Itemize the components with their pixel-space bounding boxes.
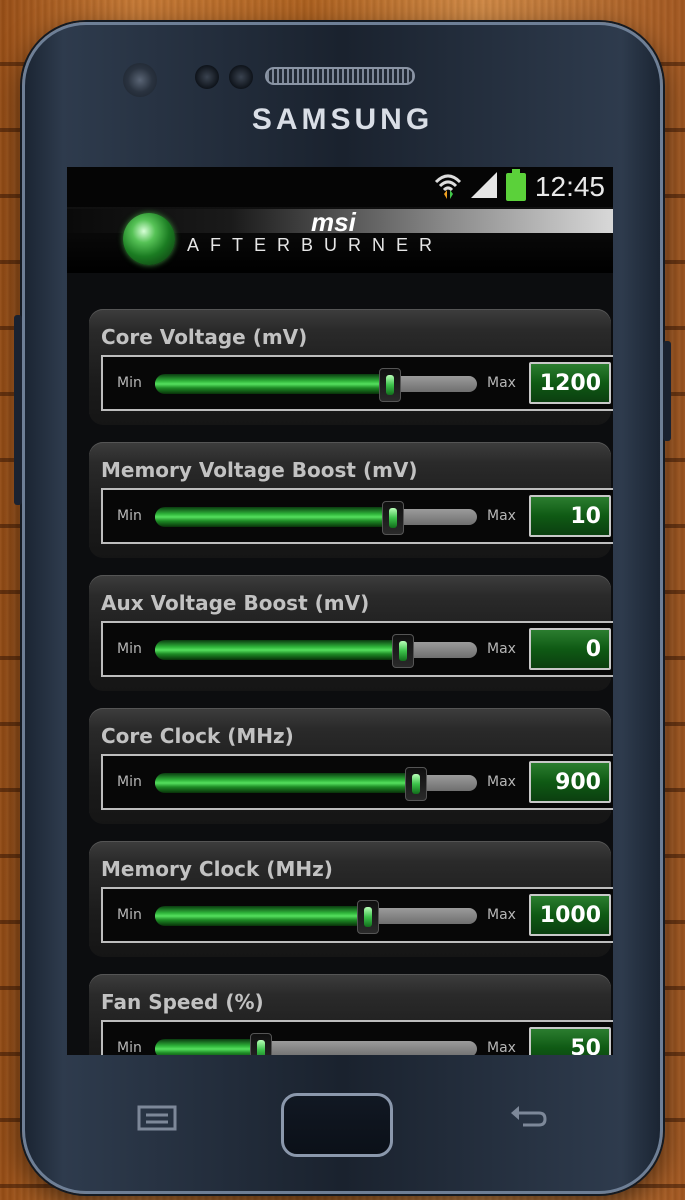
- app-header: msi AFTERBURNER: [67, 207, 613, 273]
- slider-label: Memory Voltage Boost (mV): [101, 458, 418, 482]
- msi-logo-text: msi: [311, 207, 356, 237]
- phone-frame: SAMSUNG 12:45 msi AFTERBURNER Core Volta…: [14, 22, 671, 1194]
- slider-fill: [155, 906, 368, 926]
- slider-row: Min Max 900: [101, 754, 613, 810]
- slider-thumb[interactable]: [250, 1033, 272, 1055]
- slider-fill: [155, 773, 416, 793]
- slider-track[interactable]: [155, 900, 477, 934]
- slider-track[interactable]: [155, 634, 477, 668]
- slider-thumb[interactable]: [382, 501, 404, 535]
- battery-icon: [505, 169, 527, 205]
- slider-fill: [155, 374, 390, 394]
- max-label: Max: [487, 907, 516, 923]
- slider-track[interactable]: [155, 767, 477, 801]
- slider-panel: Fan Speed (%) Min Max 50: [89, 974, 613, 1055]
- slider-label: Core Voltage (mV): [101, 325, 308, 349]
- slider-label: Memory Clock (MHz): [101, 857, 333, 881]
- slider-fill: [155, 507, 393, 527]
- slider-track[interactable]: [155, 368, 477, 402]
- slider-thumb[interactable]: [357, 900, 379, 934]
- wifi-icon: [433, 170, 463, 204]
- signal-icon: [469, 170, 499, 204]
- status-bar: 12:45: [67, 167, 613, 207]
- min-label: Min: [117, 774, 142, 790]
- front-camera-icon: [123, 63, 157, 97]
- slider-panel: Core Clock (MHz) Min Max 900: [89, 708, 613, 824]
- light-sensor-icon: [229, 65, 253, 89]
- volume-button[interactable]: [14, 315, 22, 505]
- value-display[interactable]: 50: [529, 1027, 611, 1055]
- max-label: Max: [487, 1040, 516, 1055]
- slider-label: Aux Voltage Boost (mV): [101, 591, 370, 615]
- slider-panel: Memory Clock (MHz) Min Max 1000: [89, 841, 613, 957]
- slider-row: Min Max 0: [101, 621, 613, 677]
- afterburner-logo-icon: [123, 213, 175, 265]
- slider-panel: Core Voltage (mV) Min Max 1200: [89, 309, 613, 425]
- min-label: Min: [117, 375, 142, 391]
- value-display[interactable]: 900: [529, 761, 611, 803]
- value-display[interactable]: 10: [529, 495, 611, 537]
- slider-track[interactable]: [155, 501, 477, 535]
- slider-label: Fan Speed (%): [101, 990, 264, 1014]
- status-time: 12:45: [534, 171, 605, 202]
- value-display[interactable]: 0: [529, 628, 611, 670]
- slider-row: Min Max 50: [101, 1020, 613, 1055]
- menu-icon[interactable]: [137, 1105, 177, 1135]
- slider-panel: Memory Voltage Boost (mV) Min Max 10: [89, 442, 613, 558]
- value-display[interactable]: 1000: [529, 894, 611, 936]
- max-label: Max: [487, 508, 516, 524]
- slider-row: Min Max 10: [101, 488, 613, 544]
- brand-logo: SAMSUNG: [251, 103, 434, 136]
- earpiece-speaker: [265, 67, 415, 85]
- slider-thumb[interactable]: [379, 368, 401, 402]
- min-label: Min: [117, 508, 142, 524]
- min-label: Min: [117, 641, 142, 657]
- slider-label: Core Clock (MHz): [101, 724, 294, 748]
- home-button[interactable]: [281, 1093, 393, 1157]
- min-label: Min: [117, 907, 142, 923]
- slider-thumb[interactable]: [392, 634, 414, 668]
- power-button[interactable]: [663, 341, 671, 441]
- slider-thumb[interactable]: [405, 767, 427, 801]
- max-label: Max: [487, 375, 516, 391]
- afterburner-logo-text: AFTERBURNER: [187, 235, 444, 255]
- proximity-sensor-icon: [195, 65, 219, 89]
- slider-track[interactable]: [155, 1033, 477, 1055]
- min-label: Min: [117, 1040, 142, 1055]
- back-icon[interactable]: [509, 1103, 549, 1137]
- slider-row: Min Max 1000: [101, 887, 613, 943]
- slider-panel: Aux Voltage Boost (mV) Min Max 0: [89, 575, 613, 691]
- value-display[interactable]: 1200: [529, 362, 611, 404]
- max-label: Max: [487, 774, 516, 790]
- slider-fill: [155, 1039, 261, 1055]
- slider-fill: [155, 640, 403, 660]
- max-label: Max: [487, 641, 516, 657]
- screen: 12:45 msi AFTERBURNER Core Voltage (mV) …: [67, 167, 613, 1055]
- slider-row: Min Max 1200: [101, 355, 613, 411]
